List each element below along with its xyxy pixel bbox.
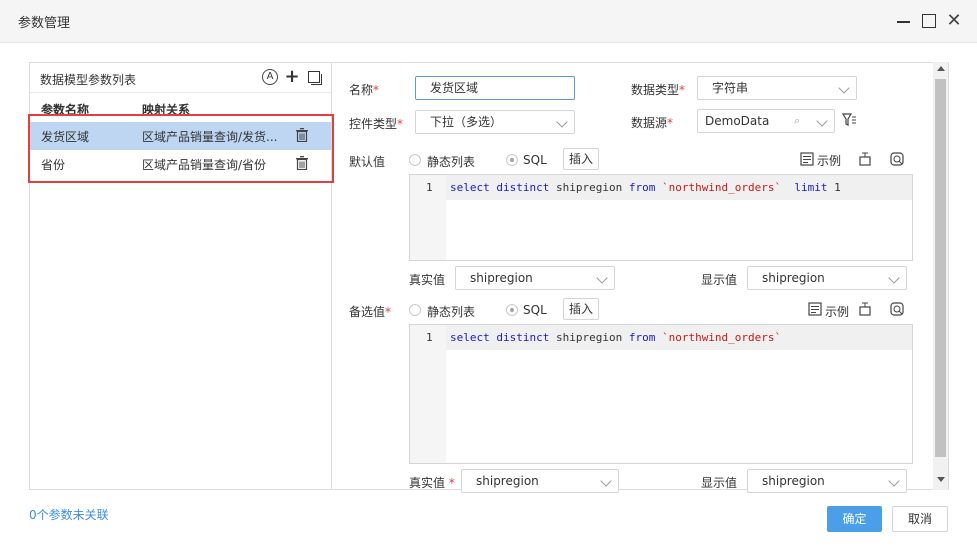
real-value-label: 真实值	[409, 273, 446, 287]
display-value-select[interactable]: shipregion	[747, 469, 907, 493]
dialog-title: 参数管理	[18, 16, 71, 31]
scroll-up-arrow-icon[interactable]	[937, 66, 945, 71]
format-icon[interactable]	[858, 152, 872, 166]
scroll-down-arrow-icon[interactable]	[937, 477, 945, 482]
real-value-select[interactable]: shipregion	[461, 469, 619, 493]
search-icon: ⌕	[794, 114, 801, 127]
filter-icon[interactable]	[841, 113, 856, 127]
alternative-sql-editor[interactable]: 1 select distinct shipregion from `north…	[409, 324, 913, 464]
example-label[interactable]: 示例	[825, 303, 849, 320]
copy-icon[interactable]	[306, 69, 322, 85]
maximize-icon[interactable]	[920, 12, 938, 30]
datasource-select[interactable]: DemoData ⌕	[697, 109, 835, 133]
alternative-value-label: 备选值*	[349, 305, 392, 319]
minimize-icon[interactable]	[895, 12, 913, 30]
sql-radio[interactable]	[506, 154, 518, 166]
cancel-button[interactable]: 取消	[892, 506, 948, 532]
chevron-down-icon	[816, 115, 828, 127]
sql-label: SQL	[523, 303, 547, 317]
parameter-list-header: 数据模型参数列表 A +	[30, 63, 331, 93]
line-number: 1	[426, 331, 433, 344]
auto-match-icon[interactable]: A	[262, 69, 278, 85]
insert-button[interactable]: 插入	[563, 298, 599, 320]
format-icon[interactable]	[858, 302, 872, 316]
editor-gutter	[410, 325, 446, 463]
preview-icon[interactable]	[890, 302, 904, 316]
name-input[interactable]: 发货区域	[415, 76, 575, 100]
real-value-label: 真实值 *	[409, 476, 455, 490]
sql-label: SQL	[523, 153, 547, 167]
line-number: 1	[426, 181, 433, 194]
chevron-down-icon	[838, 82, 850, 94]
chevron-down-icon	[556, 116, 568, 128]
add-parameter-icon[interactable]: +	[284, 68, 300, 86]
example-label[interactable]: 示例	[817, 152, 841, 169]
chevron-down-icon	[600, 475, 612, 487]
parameter-list-title: 数据模型参数列表	[40, 73, 137, 87]
chevron-down-icon	[888, 475, 900, 487]
display-value-label: 显示值	[701, 476, 738, 490]
example-icon[interactable]	[800, 152, 814, 166]
datasource-label: 数据源*	[631, 116, 674, 130]
real-value-select[interactable]: shipregion	[455, 266, 615, 290]
insert-button[interactable]: 插入	[563, 148, 599, 170]
static-list-radio[interactable]	[409, 154, 421, 166]
control-type-select[interactable]: 下拉（多选）	[415, 110, 575, 134]
ok-button[interactable]: 确定	[827, 506, 882, 532]
scrollbar-thumb[interactable]	[935, 79, 946, 457]
highlight-box	[28, 114, 334, 183]
display-value-label: 显示值	[701, 273, 738, 287]
example-icon[interactable]	[808, 302, 822, 316]
control-type-label: 控件类型*	[349, 117, 404, 131]
static-list-label: 静态列表	[427, 305, 476, 319]
default-sql-editor[interactable]: 1 select distinct shipregion from `north…	[409, 174, 913, 261]
sql-radio[interactable]	[506, 304, 518, 316]
data-type-label: 数据类型*	[631, 83, 686, 97]
data-type-select[interactable]: 字符串	[697, 76, 857, 100]
unlinked-parameters-link[interactable]: 0个参数未关联	[29, 506, 109, 523]
default-value-label: 默认值	[349, 155, 386, 169]
static-list-label: 静态列表	[427, 155, 476, 169]
static-list-radio[interactable]	[409, 304, 421, 316]
close-icon[interactable]: ✕	[945, 12, 963, 30]
preview-icon[interactable]	[890, 152, 904, 166]
dialog-titlebar: 参数管理 ✕	[0, 0, 977, 43]
chevron-down-icon	[888, 272, 900, 284]
name-label: 名称*	[349, 83, 380, 97]
sql-code-line: select distinct shipregion from `northwi…	[450, 181, 841, 194]
display-value-select[interactable]: shipregion	[747, 266, 907, 290]
sql-code-line: select distinct shipregion from `northwi…	[450, 331, 782, 344]
chevron-down-icon	[596, 272, 608, 284]
